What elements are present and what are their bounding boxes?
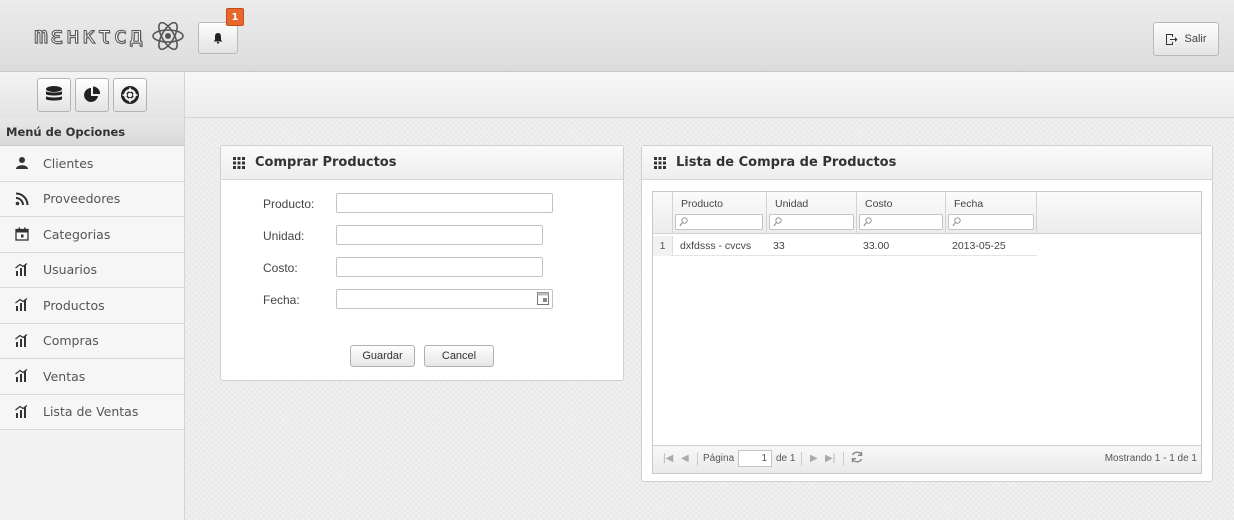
- save-button[interactable]: Guardar: [350, 345, 415, 367]
- page-count: de 1: [776, 453, 796, 464]
- sidebar-item-proveedores[interactable]: Proveedores: [0, 181, 184, 217]
- column-header-producto[interactable]: Producto: [673, 192, 767, 234]
- producto-input[interactable]: [336, 193, 553, 213]
- bar-chart-icon: [14, 333, 30, 349]
- search-icon: [863, 217, 872, 227]
- purchase-grid: Producto Unidad Costo Fecha 1 dxfdsss - …: [652, 191, 1202, 474]
- sidebar-item-label: Proveedores: [43, 191, 121, 207]
- column-title: Costo: [865, 198, 893, 210]
- grid-pager: |◀ ◀ Página 1 de 1 ▶ ▶| Mostrando 1 - 1 …: [653, 445, 1201, 473]
- pager-separator: [697, 452, 698, 466]
- column-header-fecha[interactable]: Fecha: [946, 192, 1037, 234]
- sidebar-item-label: Lista de Ventas: [43, 404, 139, 420]
- column-header-costo[interactable]: Costo: [857, 192, 946, 234]
- bell-icon: [212, 32, 224, 44]
- rss-icon: [14, 191, 30, 207]
- column-title: Fecha: [954, 198, 984, 210]
- last-page-icon[interactable]: ▶|: [825, 453, 835, 464]
- lifebuoy-icon: [120, 85, 140, 105]
- cell-fecha: 2013-05-25: [952, 240, 1006, 252]
- bar-chart-icon: [14, 404, 30, 420]
- sub-header: [0, 72, 1234, 118]
- unidad-filter-input[interactable]: [769, 214, 854, 230]
- sidebar-item-label: Productos: [43, 297, 105, 313]
- purchase-list-header: Lista de Compra de Productos: [642, 146, 1212, 180]
- sidebar-item-ventas[interactable]: Ventas: [0, 359, 184, 395]
- logout-button[interactable]: Salir: [1153, 22, 1219, 56]
- search-icon: [773, 217, 782, 227]
- costo-filter-input[interactable]: [859, 214, 943, 230]
- sidebar-item-label: Clientes: [43, 155, 94, 171]
- database-icon: [44, 85, 64, 105]
- fecha-input[interactable]: [336, 289, 553, 309]
- top-header: mεнкτcд 1 Salir: [0, 0, 1234, 72]
- atom-icon: [151, 19, 185, 53]
- menu-title: Menú de Opciones: [0, 118, 184, 146]
- first-page-icon[interactable]: |◀: [663, 453, 673, 464]
- purchase-form-header: Comprar Productos: [221, 146, 623, 180]
- unidad-input[interactable]: [336, 225, 543, 245]
- column-title: Unidad: [775, 198, 809, 210]
- bar-chart-icon: [14, 262, 30, 278]
- table-row[interactable]: 1 dxfdsss - cvcvs 33 33.00 2013-05-25: [653, 236, 1037, 256]
- row-number: 1: [653, 236, 673, 256]
- search-icon: [952, 217, 961, 227]
- sidebar: Menú de Opciones Clientes Proveedores Ca…: [0, 118, 185, 520]
- notification-badge: 1: [226, 8, 244, 26]
- bar-chart-icon: [14, 297, 30, 313]
- rownum-column-header: [653, 192, 673, 234]
- pie-chart-icon: [82, 85, 102, 105]
- panel-title: Comprar Productos: [255, 155, 397, 170]
- next-page-icon[interactable]: ▶: [810, 453, 818, 464]
- date-picker-icon[interactable]: [537, 292, 549, 305]
- grid-icon: [233, 156, 245, 169]
- sidebar-item-lista-de-ventas[interactable]: Lista de Ventas: [0, 394, 184, 430]
- sidebar-item-label: Ventas: [43, 368, 86, 384]
- refresh-icon[interactable]: [850, 450, 864, 464]
- sidebar-item-categorias[interactable]: Categorias: [0, 217, 184, 253]
- purchase-form-panel: Comprar Productos Producto: Unidad: Cost…: [220, 145, 624, 381]
- sidebar-item-label: Categorias: [43, 226, 111, 242]
- user-icon: [14, 155, 30, 171]
- bar-chart-icon: [14, 368, 30, 384]
- app-logo[interactable]: mεнкτcд: [34, 18, 185, 54]
- costo-input[interactable]: [336, 257, 543, 277]
- grid-header: Producto Unidad Costo Fecha: [653, 192, 1201, 234]
- search-icon: [679, 217, 688, 227]
- notifications-button[interactable]: [198, 22, 238, 54]
- cancel-button[interactable]: Cancel: [424, 345, 494, 367]
- sidebar-item-label: Usuarios: [43, 262, 98, 278]
- database-shortcut-button[interactable]: [37, 78, 71, 112]
- page-number-input[interactable]: 1: [738, 450, 772, 467]
- grid-icon: [654, 156, 666, 169]
- fecha-filter-input[interactable]: [948, 214, 1034, 230]
- pager-separator: [843, 452, 844, 466]
- logout-icon: [1165, 33, 1178, 46]
- panel-title: Lista de Compra de Productos: [676, 155, 897, 170]
- column-header-unidad[interactable]: Unidad: [767, 192, 857, 234]
- producto-filter-input[interactable]: [675, 214, 763, 230]
- shortcut-toolbar: [0, 72, 185, 118]
- sidebar-item-usuarios[interactable]: Usuarios: [0, 252, 184, 288]
- prev-page-icon[interactable]: ◀: [681, 453, 689, 464]
- chart-shortcut-button[interactable]: [75, 78, 109, 112]
- logo-text: mεнкτcд: [34, 23, 145, 50]
- record-summary: Mostrando 1 - 1 de 1: [1104, 453, 1197, 464]
- sidebar-item-compras[interactable]: Compras: [0, 323, 184, 359]
- page-label: Página: [703, 453, 735, 464]
- logout-label: Salir: [1184, 33, 1207, 45]
- sidebar-item-productos[interactable]: Productos: [0, 288, 184, 324]
- sidebar-item-label: Compras: [43, 333, 99, 349]
- calendar-icon: [14, 226, 30, 242]
- column-title: Producto: [681, 198, 724, 210]
- sidebar-item-clientes[interactable]: Clientes: [0, 146, 184, 182]
- pager-separator: [801, 452, 802, 466]
- help-shortcut-button[interactable]: [113, 78, 147, 112]
- cell-producto: dxfdsss - cvcvs: [680, 240, 752, 252]
- purchase-list-panel: Lista de Compra de Productos Producto Un…: [641, 145, 1213, 482]
- cell-unidad: 33: [773, 240, 785, 252]
- cell-costo: 33.00: [863, 240, 890, 252]
